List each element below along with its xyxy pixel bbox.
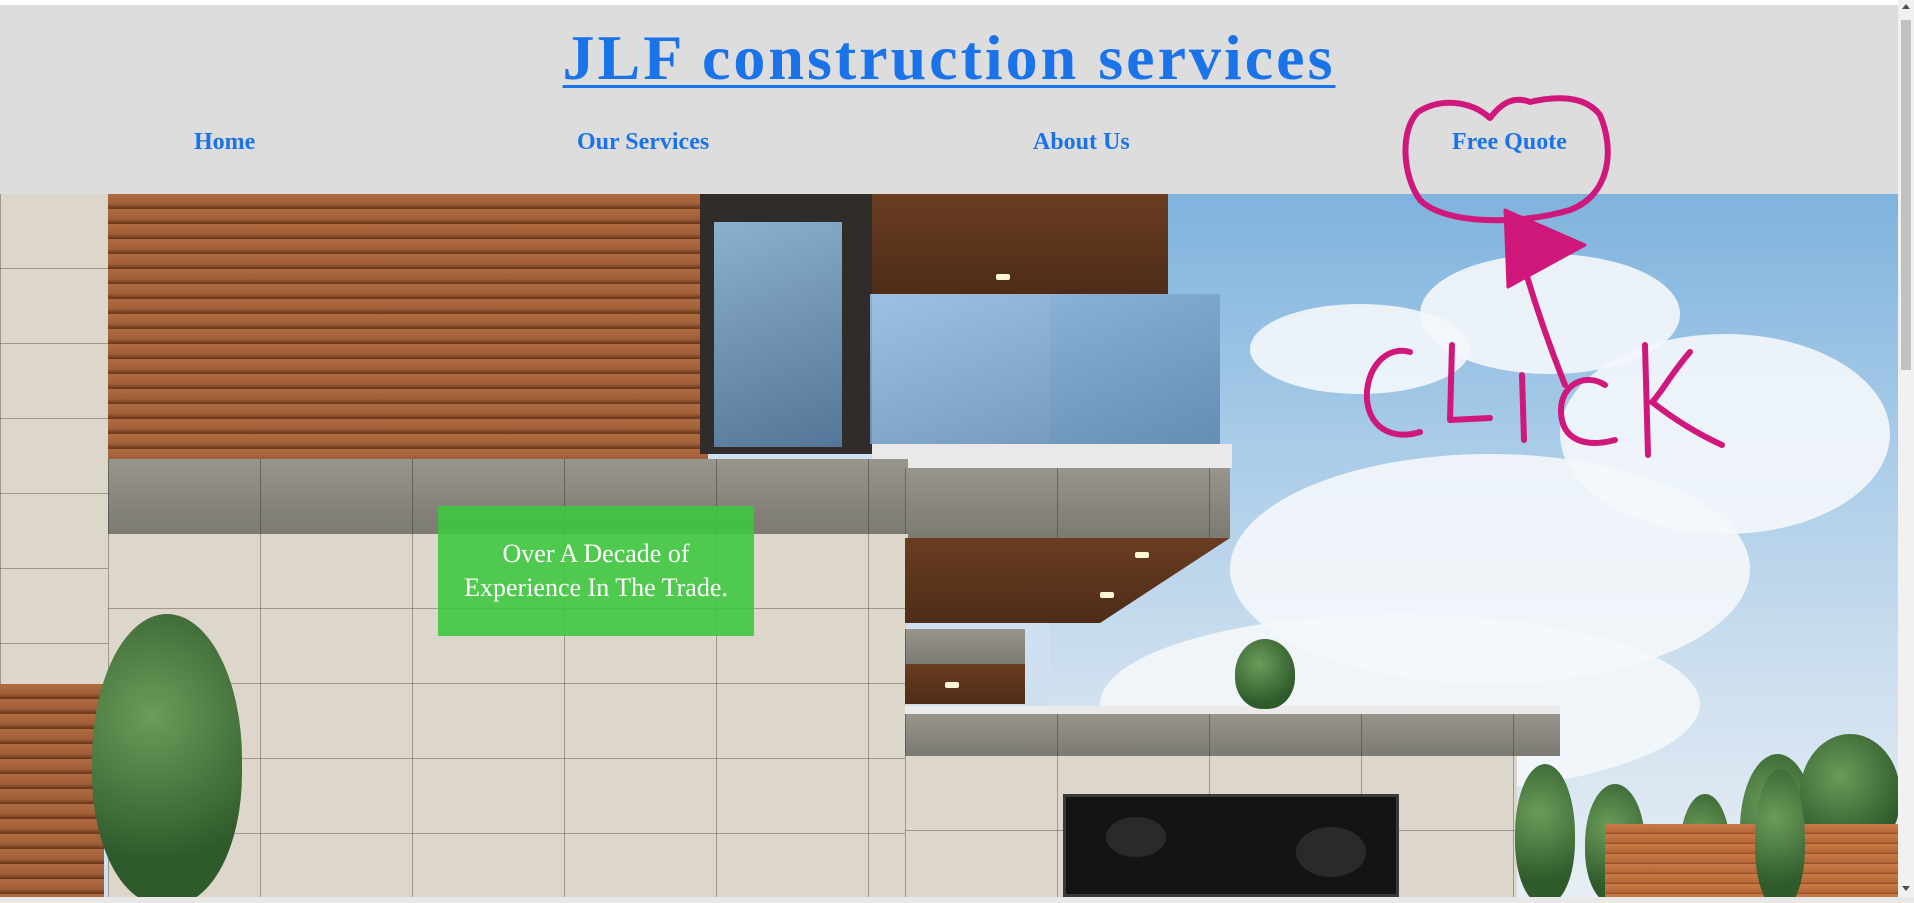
cypress-tree	[92, 614, 242, 897]
garage-reflection	[1106, 817, 1166, 857]
nav-free-quote-link[interactable]: Free Quote	[1452, 129, 1567, 156]
stone-band-lower	[905, 714, 1560, 756]
tree	[1515, 764, 1575, 897]
scroll-down-arrow-icon[interactable]	[1902, 886, 1910, 891]
horizontal-scrollbar-track	[0, 897, 1914, 903]
site-title-link[interactable]: JLF construction services	[0, 21, 1898, 95]
wood-cladding	[108, 194, 708, 459]
ceiling-light	[1100, 592, 1114, 598]
wood-panel-left	[0, 684, 104, 897]
ceiling-light	[996, 274, 1010, 280]
vertical-scrollbar[interactable]	[1898, 0, 1914, 897]
roof-edge	[905, 706, 1560, 714]
tile-wall-left	[0, 194, 108, 684]
ceiling-light	[1135, 552, 1149, 558]
balcony-slab	[872, 444, 1232, 468]
experience-banner: Over A Decade of Experience In The Trade…	[438, 506, 754, 636]
browser-viewport: JLF construction services Home Our Servi…	[0, 0, 1898, 897]
stone-band-right	[905, 468, 1230, 538]
nav-home-link[interactable]: Home	[194, 129, 255, 156]
scroll-up-arrow-icon[interactable]	[1902, 4, 1910, 9]
soffit-small	[905, 664, 1025, 704]
site-header: JLF construction services Home Our Servi…	[0, 5, 1898, 194]
tree	[1235, 639, 1295, 709]
window-glass	[714, 222, 842, 447]
wooden-fence	[1605, 824, 1898, 897]
hero-image: Over A Decade of Experience In The Trade…	[0, 194, 1898, 897]
garage-reflection	[1296, 827, 1366, 877]
ceiling-light	[945, 682, 959, 688]
stone-ledge	[905, 629, 1025, 664]
roof-soffit	[872, 194, 1168, 294]
garage-door	[1063, 794, 1399, 897]
nav-about-us-link[interactable]: About Us	[1033, 129, 1130, 156]
scroll-thumb[interactable]	[1901, 20, 1911, 370]
glass-balcony	[870, 294, 1220, 444]
experience-banner-text: Over A Decade of Experience In The Trade…	[464, 539, 728, 602]
nav-our-services-link[interactable]: Our Services	[577, 129, 709, 156]
tree	[1755, 769, 1805, 897]
